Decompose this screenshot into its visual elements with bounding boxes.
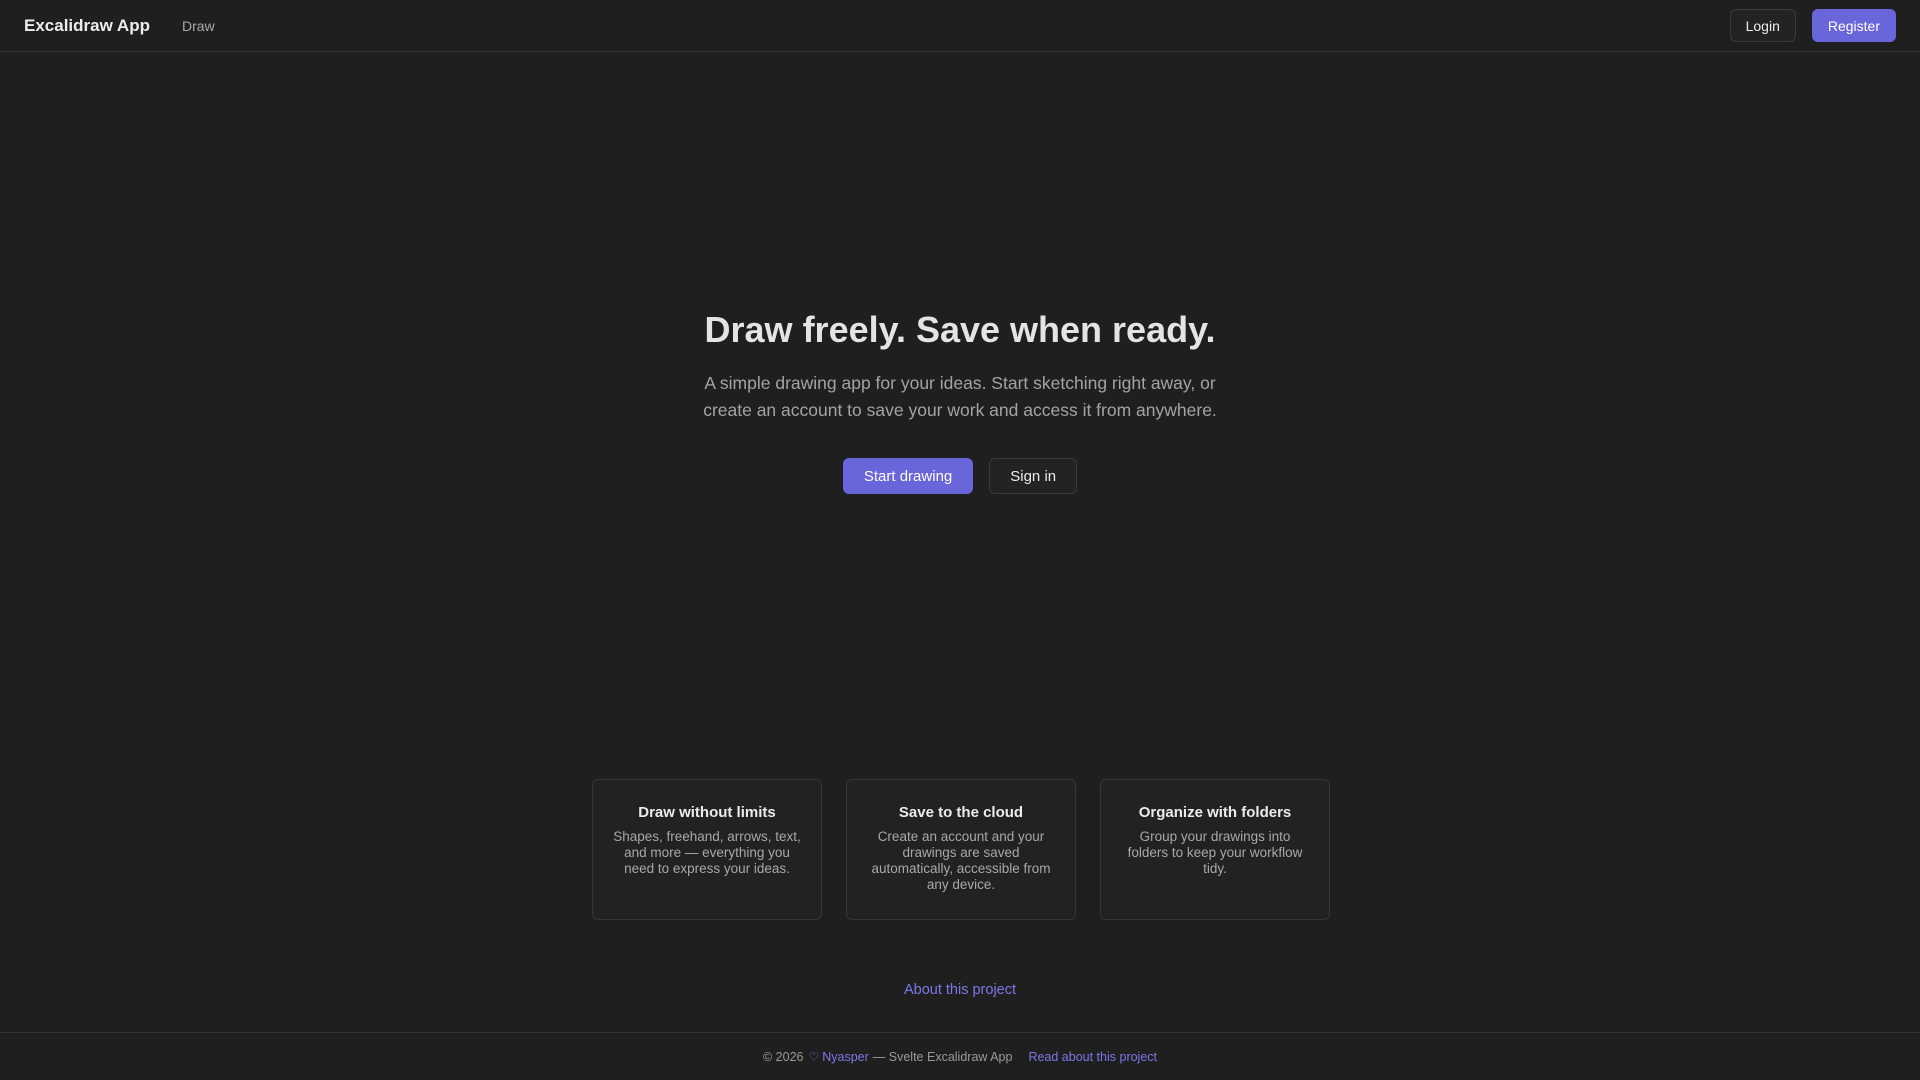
feature-card-title: Organize with folders xyxy=(1138,804,1292,821)
feature-card-desc: Create an account and your drawings are … xyxy=(871,829,1051,892)
start-drawing-button[interactable]: Start drawing xyxy=(842,458,974,494)
hero-subtitle: A simple drawing app for your ideas. Sta… xyxy=(703,373,1217,420)
feature-card-desc: Group your drawings into folders to keep… xyxy=(1127,829,1303,876)
hero-title: Draw freely. Save when ready. xyxy=(704,309,1216,350)
sign-in-button[interactable]: Sign in xyxy=(989,458,1078,494)
feature-card-draw: Draw without limits Shapes, freehand, ar… xyxy=(592,779,822,920)
feature-card-desc: Shapes, freehand, arrows, text, and more… xyxy=(613,829,801,876)
heart-icon: ♡ xyxy=(808,1049,820,1064)
page-footer: © 2026 ♡ Nyasper — Svelte Excalidraw App… xyxy=(0,1032,1920,1080)
brand-logo[interactable]: Excalidraw App xyxy=(24,16,150,36)
hero-section: Draw freely. Save when ready. A simple d… xyxy=(0,300,1920,494)
nav-draw-link[interactable]: Draw xyxy=(182,18,215,34)
feature-card-title: Draw without limits xyxy=(638,804,776,821)
login-button[interactable]: Login xyxy=(1729,9,1796,42)
feature-card-folders: Organize with folders Group your drawing… xyxy=(1100,779,1330,920)
about-project-link[interactable]: About this project xyxy=(0,982,1920,998)
footer-copyright: © 2026 xyxy=(762,1049,804,1064)
register-button[interactable]: Register xyxy=(1811,9,1896,42)
feature-cards: Draw without limits Shapes, freehand, ar… xyxy=(592,779,1330,920)
read-about-link[interactable]: Read about this project xyxy=(1028,1050,1157,1064)
header-actions: Login Register xyxy=(1729,9,1896,42)
top-header: Excalidraw App Draw Login Register xyxy=(0,0,1920,52)
feature-card-cloud: Save to the cloud Create an account and … xyxy=(846,779,1076,920)
author-link[interactable]: Nyasper xyxy=(822,1050,869,1064)
hero-actions: Start drawing Sign in xyxy=(0,458,1920,494)
footer-tagline: — Svelte Excalidraw App xyxy=(872,1049,1013,1064)
feature-card-title: Save to the cloud xyxy=(898,804,1024,821)
